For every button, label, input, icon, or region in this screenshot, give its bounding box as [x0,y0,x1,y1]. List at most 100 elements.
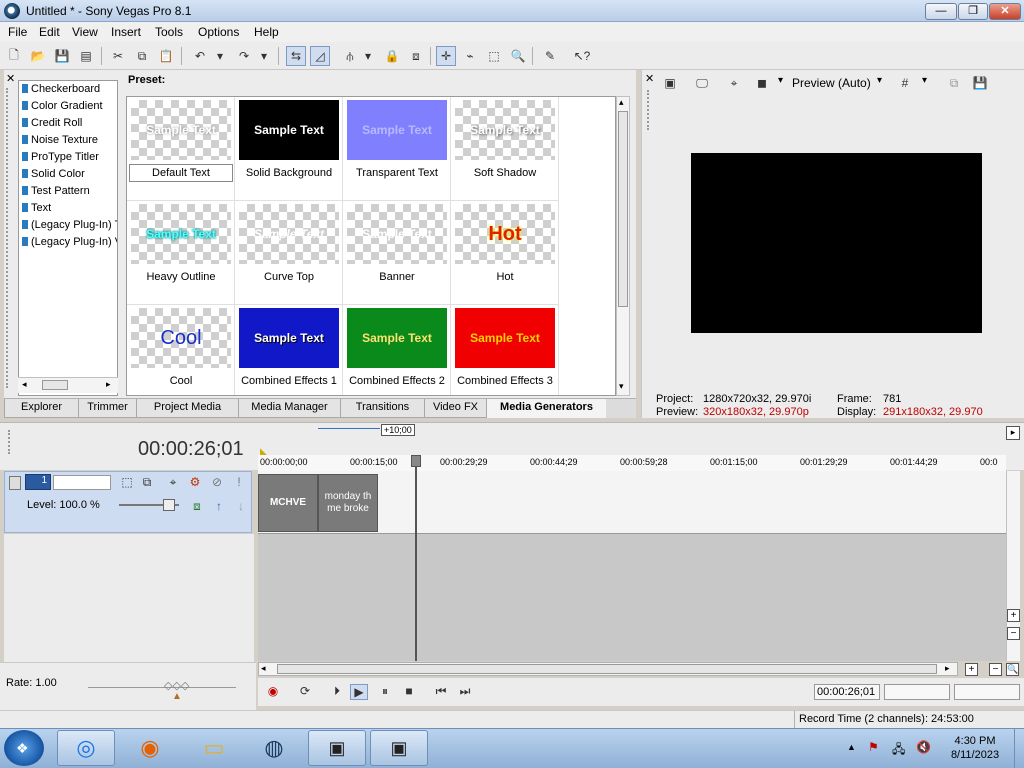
scroll-left-icon[interactable]: ◂ [22,379,27,390]
tab-project-media[interactable]: Project Media [136,399,238,418]
preset-scrollbar[interactable]: ▴ ▾ [616,96,630,396]
tab-transitions[interactable]: Transitions [340,399,424,418]
zoom-in-time-icon[interactable]: + [965,663,978,676]
action-center-icon[interactable]: ⚑ [868,740,879,754]
timeline-vertical-scrollbar[interactable]: + − [1006,471,1020,661]
selection-start-field[interactable] [884,684,950,700]
ignore-grouping-icon[interactable]: ⧈ [406,46,426,66]
selection-tool-icon[interactable]: ⬚ [484,46,504,66]
mute-icon[interactable]: ⊘ [207,472,227,492]
timeline-menu-icon[interactable]: ▸ [1006,426,1020,440]
rate-slider-track[interactable] [88,687,236,688]
preset-cell[interactable]: Sample Text Combined Effects 2 [343,305,451,395]
external-monitor-icon[interactable]: 🖵 [692,73,712,93]
solo-icon[interactable]: ! [229,472,249,492]
tab-explorer[interactable]: Explorer [4,399,78,418]
pause-icon[interactable]: ⏸ [376,684,394,700]
cut-icon[interactable]: ✂ [108,46,128,66]
taskbar-firefox[interactable]: ◉ [121,730,179,766]
menu-tools[interactable]: Tools [155,25,183,39]
start-button[interactable]: ❖ [4,730,44,766]
save-snapshot-icon[interactable]: 💾 [970,73,990,93]
preview-quality-chevron-icon[interactable]: ▾ [877,75,882,86]
paste-icon[interactable]: 📋 [156,46,176,66]
lock-envelopes-icon[interactable]: 🔒 [382,46,402,66]
menu-file[interactable]: File [8,25,27,39]
menu-view[interactable]: View [72,25,98,39]
preset-cell[interactable]: Sample Text Banner [343,201,451,305]
generator-item[interactable]: (Legacy Plug-In) T [22,219,117,231]
generator-item[interactable]: Solid Color [22,168,85,180]
loop-playback-icon[interactable]: ⟳ [296,684,314,700]
auto-crossfade-icon[interactable]: ◿ [310,46,330,66]
preset-cell[interactable]: Sample Text Combined Effects 1 [235,305,343,395]
timeline-ruler[interactable]: 00:00:00;00 00:00:15;00 00:00:29;29 00:0… [258,455,1006,471]
cursor-handle-icon[interactable] [411,455,421,467]
zoom-tool-icon[interactable]: 🔍 [1006,663,1019,676]
generator-item[interactable]: Checkerboard [22,83,100,95]
render-icon[interactable]: ✎ [540,46,560,66]
video-clip[interactable]: monday th me broke [318,474,378,532]
dock-grip[interactable] [6,88,10,388]
scroll-thumb[interactable] [42,380,68,390]
video-clip[interactable]: MCHVE [258,474,318,532]
menu-help[interactable]: Help [254,25,279,39]
save-icon[interactable]: 💾 [52,46,72,66]
open-icon[interactable]: 📂 [28,46,48,66]
compositing-mode-icon[interactable]: ⧉ [137,472,157,492]
selection-length-field[interactable] [954,684,1020,700]
tab-media-manager[interactable]: Media Manager [238,399,340,418]
split-dropdown-icon[interactable]: ▾ [778,75,783,86]
preset-cell[interactable]: Sample Text Soft Shadow [451,97,559,201]
preset-cell[interactable]: Sample Text Transparent Text [343,97,451,201]
track-minimize-icon[interactable] [9,476,21,490]
normal-edit-tool-icon[interactable]: ✛ [436,46,456,66]
make-child-icon[interactable]: ↓ [231,496,251,516]
redo-icon[interactable]: ↷ [234,46,254,66]
new-icon[interactable]: 🗋 [4,46,24,66]
scroll-down-icon[interactable]: ▾ [619,381,624,392]
track-name-field[interactable] [53,475,111,490]
taskbar-app[interactable]: ◍ [245,730,303,766]
preset-cell[interactable]: Sample Text Curve Top [235,201,343,305]
compositing-child-icon[interactable]: ⧈ [187,496,207,516]
preview-fx-icon[interactable]: ⌖ [724,73,744,93]
properties-icon[interactable]: ▤ [76,46,96,66]
track-settings-icon[interactable]: ⚙ [185,472,205,492]
scroll-right-icon[interactable]: ▸ [945,663,950,674]
preset-cell[interactable]: Cool Cool [127,305,235,395]
snapping-dropdown-icon[interactable]: ▾ [362,46,374,66]
undo-icon[interactable]: ↶ [190,46,210,66]
generator-list-scrollbar[interactable]: ◂ ▸ [18,377,118,393]
record-icon[interactable]: ◉ [264,684,282,700]
overlays-icon[interactable]: # [895,73,915,93]
play-from-start-icon[interactable]: ⏵ [328,684,346,700]
scroll-right-icon[interactable]: ▸ [106,379,111,390]
preview-close-icon[interactable]: ✕ [645,72,654,85]
envelope-tool-icon[interactable]: ⌁ [460,46,480,66]
tab-trimmer[interactable]: Trimmer [78,399,136,418]
scroll-thumb[interactable] [618,111,628,307]
tab-video-fx[interactable]: Video FX [424,399,486,418]
ripple-edit-icon[interactable]: ⇆ [286,46,306,66]
preset-cell[interactable]: Sample Text Heavy Outline [127,201,235,305]
menu-edit[interactable]: Edit [39,25,60,39]
split-screen-icon[interactable]: ◼ [752,73,772,93]
zoom-in-track-height-icon[interactable]: + [1007,609,1020,622]
taskbar-clock[interactable]: 4:30 PM 8/11/2023 [940,734,1010,762]
copy-icon[interactable]: ⧉ [132,46,152,66]
preset-cell[interactable]: Sample Text Solid Background [235,97,343,201]
scroll-up-icon[interactable]: ▴ [619,97,624,108]
taskbar-vegas[interactable]: ▣ [308,730,366,766]
generator-item[interactable]: Noise Texture [22,134,98,146]
zoom-out-time-icon[interactable]: − [989,663,1002,676]
menu-options[interactable]: Options [198,25,239,39]
make-parent-icon[interactable]: ↑ [209,496,229,516]
copy-snapshot-icon[interactable]: ⧉ [944,73,964,93]
project-properties-icon[interactable]: ▣ [660,73,680,93]
preview-quality-dropdown[interactable]: Preview (Auto) [792,76,871,90]
menu-insert[interactable]: Insert [111,25,141,39]
taskbar-explorer[interactable]: ▭ [185,730,243,766]
video-track-header[interactable]: 1 ⬚ ⧉ ⌖ ⚙ ⊘ ! Level: 100.0 % ⧈ ↑ ↓ [4,471,252,533]
dock-close-icon[interactable]: ✕ [6,72,15,85]
